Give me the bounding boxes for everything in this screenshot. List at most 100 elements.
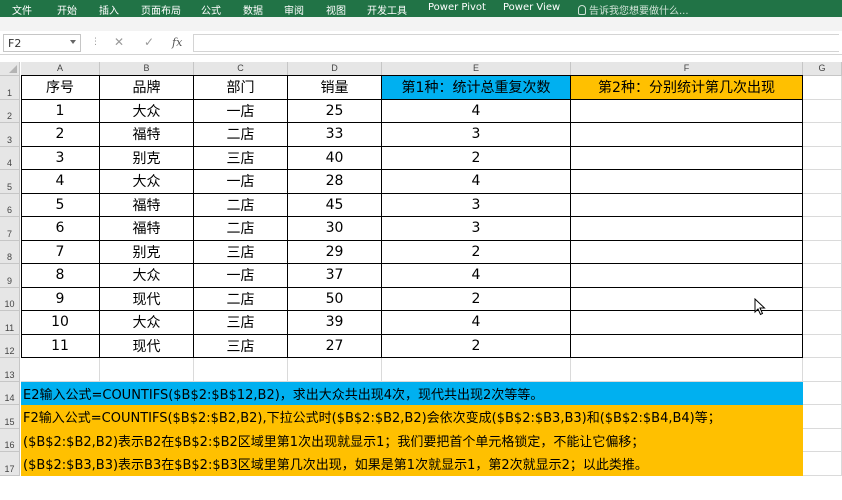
tab-power-pivot[interactable]: Power Pivot <box>428 2 486 13</box>
table-cell[interactable]: 二店 <box>194 217 288 241</box>
header-sales[interactable]: 销量 <box>288 76 382 100</box>
empty-cell[interactable] <box>803 193 842 217</box>
table-cell[interactable]: 三店 <box>194 311 288 335</box>
table-cell[interactable]: 33 <box>288 123 382 147</box>
column-header-d[interactable]: D <box>288 62 382 76</box>
row-header-1[interactable]: 1 <box>0 76 20 100</box>
table-cell[interactable]: 大众 <box>100 99 194 123</box>
table-cell[interactable] <box>571 193 803 217</box>
table-cell[interactable] <box>571 311 803 335</box>
row-header-6[interactable]: 6 <box>0 193 20 217</box>
formula-input[interactable] <box>193 34 839 52</box>
table-cell[interactable]: 现代 <box>100 287 194 311</box>
row-header-16[interactable]: 16 <box>0 428 20 452</box>
table-cell[interactable] <box>571 99 803 123</box>
table-cell[interactable]: 福特 <box>100 217 194 241</box>
table-cell[interactable]: 三店 <box>194 240 288 264</box>
table-cell[interactable]: 9 <box>21 287 100 311</box>
column-header-a[interactable]: A <box>21 62 100 76</box>
empty-cell[interactable] <box>803 240 842 264</box>
table-cell[interactable]: 5 <box>21 193 100 217</box>
select-all-corner[interactable] <box>0 62 20 76</box>
tab-file[interactable]: 文件 <box>12 2 32 17</box>
table-cell[interactable] <box>571 240 803 264</box>
column-header-c[interactable]: C <box>194 62 288 76</box>
empty-cell[interactable] <box>803 381 842 405</box>
table-cell[interactable]: 2 <box>382 334 571 358</box>
formula-bar-grip-icon[interactable]: ⋮ <box>91 37 100 47</box>
table-cell[interactable]: 别克 <box>100 146 194 170</box>
table-cell[interactable]: 大众 <box>100 311 194 335</box>
name-box[interactable]: F2 <box>3 34 81 52</box>
table-cell[interactable]: 现代 <box>100 334 194 358</box>
row-header-7[interactable]: 7 <box>0 217 20 241</box>
table-cell[interactable]: 7 <box>21 240 100 264</box>
tab-home[interactable]: 开始 <box>57 2 77 17</box>
row-header-8[interactable]: 8 <box>0 240 20 264</box>
cancel-icon[interactable]: ✕ <box>114 35 124 49</box>
row-header-11[interactable]: 11 <box>0 311 20 335</box>
empty-cell[interactable] <box>803 99 842 123</box>
empty-cell[interactable] <box>803 170 842 194</box>
header-count-total[interactable]: 第1种：统计总重复次数 <box>382 76 571 100</box>
table-cell[interactable] <box>571 170 803 194</box>
empty-cell[interactable] <box>100 358 194 382</box>
empty-cell[interactable] <box>803 428 842 452</box>
table-cell[interactable]: 二店 <box>194 123 288 147</box>
insert-function-icon[interactable]: fx <box>172 36 182 49</box>
table-cell[interactable]: 3 <box>382 193 571 217</box>
table-cell[interactable]: 29 <box>288 240 382 264</box>
empty-cell[interactable] <box>803 287 842 311</box>
note-row17[interactable]: ($B$2:$B3,B3)表示B3在$B$2:$B3区域里第几次出现，如果是第1… <box>21 452 803 476</box>
column-header-f[interactable]: F <box>571 62 803 76</box>
empty-cell[interactable] <box>803 311 842 335</box>
header-index[interactable]: 序号 <box>21 76 100 100</box>
column-header-e[interactable]: E <box>382 62 571 76</box>
table-cell[interactable] <box>571 146 803 170</box>
empty-cell[interactable] <box>803 123 842 147</box>
table-cell[interactable]: 二店 <box>194 193 288 217</box>
table-cell[interactable]: 三店 <box>194 334 288 358</box>
empty-cell[interactable] <box>803 264 842 288</box>
table-cell[interactable]: 一店 <box>194 170 288 194</box>
table-cell[interactable]: 45 <box>288 193 382 217</box>
table-cell[interactable]: 3 <box>382 217 571 241</box>
table-cell[interactable]: 4 <box>382 264 571 288</box>
table-cell[interactable]: 40 <box>288 146 382 170</box>
table-cell[interactable]: 25 <box>288 99 382 123</box>
table-cell[interactable]: 8 <box>21 264 100 288</box>
empty-cell[interactable] <box>803 334 842 358</box>
header-department[interactable]: 部门 <box>194 76 288 100</box>
empty-cell[interactable] <box>803 358 842 382</box>
table-cell[interactable]: 别克 <box>100 240 194 264</box>
row-header-2[interactable]: 2 <box>0 99 20 123</box>
empty-cell[interactable] <box>194 358 288 382</box>
table-cell[interactable]: 2 <box>21 123 100 147</box>
tell-me-box[interactable]: 告诉我您想要做什么... <box>578 2 689 17</box>
empty-cell[interactable] <box>803 405 842 429</box>
table-cell[interactable]: 11 <box>21 334 100 358</box>
tab-insert[interactable]: 插入 <box>99 2 119 17</box>
table-cell[interactable]: 福特 <box>100 193 194 217</box>
row-header-12[interactable]: 12 <box>0 334 20 358</box>
tab-formulas[interactable]: 公式 <box>201 2 221 17</box>
table-cell[interactable]: 2 <box>382 287 571 311</box>
empty-cell[interactable] <box>382 358 571 382</box>
table-cell[interactable]: 三店 <box>194 146 288 170</box>
table-cell[interactable] <box>571 287 803 311</box>
table-cell[interactable]: 大众 <box>100 264 194 288</box>
table-cell[interactable]: 1 <box>21 99 100 123</box>
empty-cell[interactable] <box>803 452 842 476</box>
note-row14[interactable]: E2输入公式=COUNTIFS($B$2:$B$12,B2)，求出大众共出现4次… <box>21 381 803 405</box>
table-cell[interactable]: 2 <box>382 146 571 170</box>
table-cell[interactable]: 4 <box>382 99 571 123</box>
table-cell[interactable]: 10 <box>21 311 100 335</box>
table-cell[interactable]: 一店 <box>194 99 288 123</box>
table-cell[interactable]: 3 <box>21 146 100 170</box>
table-cell[interactable]: 4 <box>21 170 100 194</box>
empty-cell[interactable] <box>288 358 382 382</box>
row-header-14[interactable]: 14 <box>0 381 20 405</box>
tab-review[interactable]: 审阅 <box>284 2 304 17</box>
column-header-g[interactable]: G <box>803 62 842 76</box>
table-cell[interactable]: 39 <box>288 311 382 335</box>
